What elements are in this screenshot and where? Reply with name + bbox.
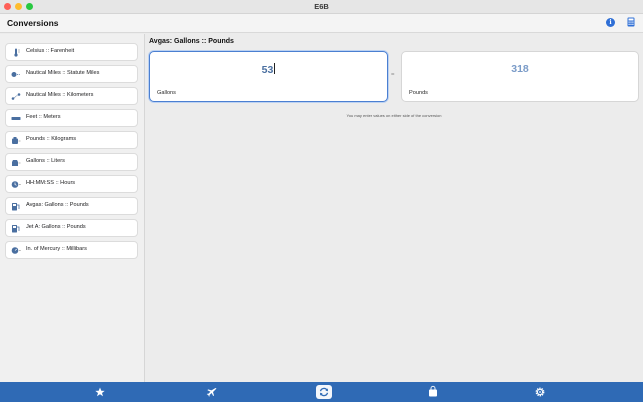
fuel-drop-icon bbox=[12, 160, 21, 166]
tab-flight[interactable] bbox=[204, 385, 220, 399]
star-icon bbox=[95, 387, 105, 397]
pounds-value[interactable]: 318 bbox=[402, 63, 638, 75]
hint-text: You may enter values on either side of t… bbox=[346, 113, 442, 118]
sidebar-item-label: Celsius :: Farenheit bbox=[26, 48, 75, 54]
sidebar-item-nm-statute[interactable]: Nautical Miles :: Statute Miles bbox=[5, 65, 138, 83]
gauge-icon bbox=[11, 247, 21, 254]
sidebar-item-avgas[interactable]: Avgas: Gallons :: Pounds bbox=[5, 197, 138, 215]
sidebar-item-feet-meters[interactable]: Feet :: Meters bbox=[5, 109, 138, 127]
window-title: E6B bbox=[314, 2, 329, 11]
sidebar-item-label: Jet A: Gallons :: Pounds bbox=[26, 224, 86, 230]
sidebar-item-label: Gallons :: Liters bbox=[26, 158, 65, 164]
airplane-icon bbox=[206, 388, 217, 397]
gallons-input[interactable]: 53 Gallons bbox=[149, 51, 388, 102]
page-title: Conversions bbox=[7, 18, 59, 28]
sidebar-item-label: Nautical Miles :: Kilometers bbox=[26, 92, 94, 98]
gear-icon bbox=[535, 387, 545, 397]
gallons-unit-label: Gallons bbox=[157, 90, 176, 96]
sidebar-item-celsius-farenheit[interactable]: Celsius :: Farenheit bbox=[5, 43, 138, 61]
pounds-input[interactable]: 318 Pounds bbox=[401, 51, 639, 102]
sidebar: Celsius :: Farenheit Nautical Miles :: S… bbox=[0, 34, 145, 382]
sidebar-item-label: Feet :: Meters bbox=[26, 114, 61, 120]
window-titlebar: E6B bbox=[0, 0, 643, 14]
gallons-value[interactable]: 53 bbox=[150, 63, 387, 76]
sidebar-item-label: In. of Mercury :: Millibars bbox=[26, 246, 87, 252]
calculator-icon[interactable] bbox=[627, 17, 635, 27]
tab-settings[interactable] bbox=[532, 385, 548, 399]
tab-favorites[interactable] bbox=[92, 385, 108, 399]
sidebar-item-pounds-kilograms[interactable]: Pounds :: Kilograms bbox=[5, 131, 138, 149]
pounds-unit-label: Pounds bbox=[409, 90, 428, 96]
sidebar-item-mercury-millibars[interactable]: In. of Mercury :: Millibars bbox=[5, 241, 138, 259]
sidebar-item-label: Pounds :: Kilograms bbox=[26, 136, 77, 142]
text-caret bbox=[274, 63, 276, 74]
sidebar-item-nm-km[interactable]: Nautical Miles :: Kilometers bbox=[5, 87, 138, 105]
tab-conversions[interactable] bbox=[316, 385, 332, 399]
tab-bar bbox=[0, 382, 643, 402]
clock-icon bbox=[11, 181, 21, 188]
info-icon[interactable]: i bbox=[606, 18, 615, 27]
conversion-title: Avgas: Gallons :: Pounds bbox=[149, 38, 234, 45]
thermometer-icon bbox=[14, 48, 20, 57]
sidebar-item-gallons-liters[interactable]: Gallons :: Liters bbox=[5, 153, 138, 171]
sidebar-item-hhmmss-hours[interactable]: HH:MM:SS :: Hours bbox=[5, 175, 138, 193]
sidebar-item-label: Nautical Miles :: Statute Miles bbox=[26, 70, 100, 76]
conversion-panel: Avgas: Gallons :: Pounds 53 Gallons = 31… bbox=[146, 34, 643, 382]
fuel-pump-icon bbox=[12, 225, 20, 233]
ruler-icon bbox=[11, 117, 21, 120]
toolbar: Conversions i bbox=[0, 14, 643, 33]
fuel-pump-icon bbox=[12, 203, 20, 211]
route-icon bbox=[11, 93, 21, 100]
equals-sign: = bbox=[391, 72, 395, 78]
tab-bag[interactable] bbox=[425, 385, 441, 399]
sidebar-item-jet-a[interactable]: Jet A: Gallons :: Pounds bbox=[5, 219, 138, 237]
sidebar-item-label: HH:MM:SS :: Hours bbox=[26, 180, 76, 186]
sidebar-item-label: Avgas: Gallons :: Pounds bbox=[26, 202, 89, 208]
conversion-icon bbox=[319, 387, 329, 397]
bag-icon bbox=[429, 385, 437, 397]
weight-icon bbox=[12, 137, 21, 144]
distance-icon bbox=[11, 72, 21, 77]
